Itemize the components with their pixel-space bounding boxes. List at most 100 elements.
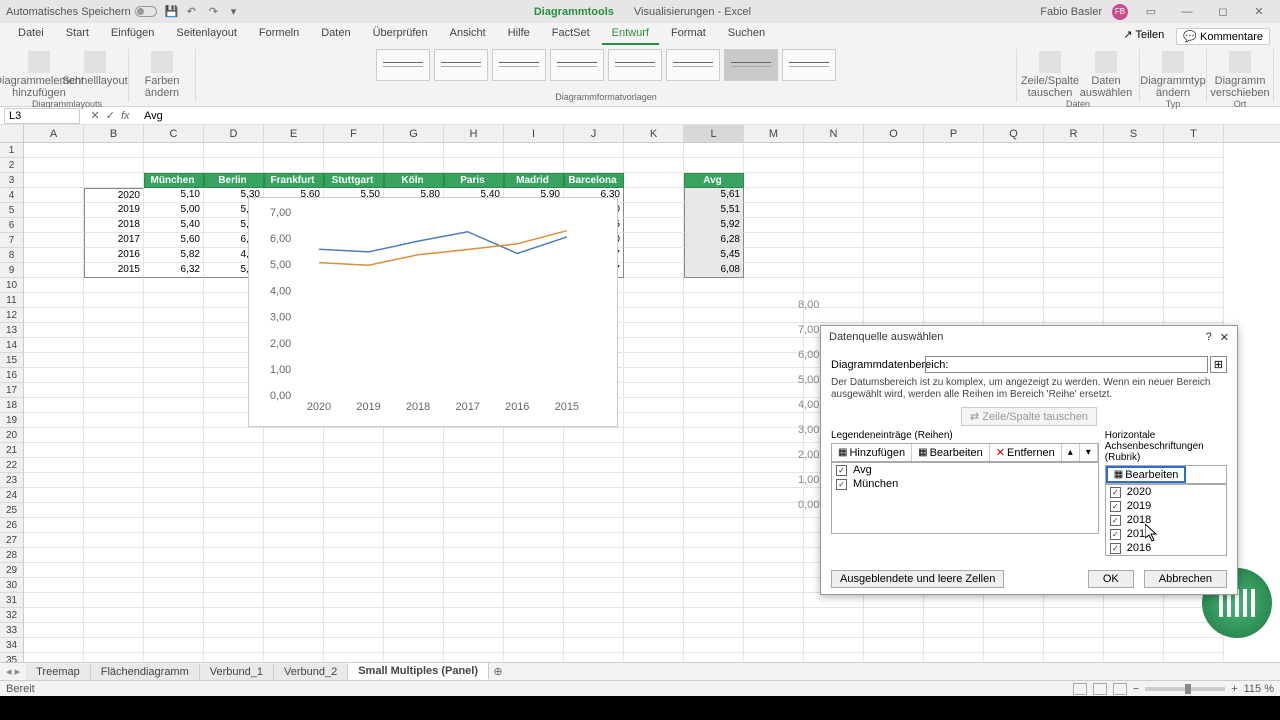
remove-series-button[interactable]: ✕Entfernen xyxy=(990,444,1062,461)
cell[interactable] xyxy=(864,623,924,638)
cell[interactable] xyxy=(324,653,384,662)
cell[interactable]: 2015 xyxy=(84,263,144,278)
cell[interactable] xyxy=(804,188,864,203)
col-header[interactable]: I xyxy=(504,125,564,142)
change-chart-type-button[interactable]: Diagrammtyp ändern xyxy=(1146,49,1200,99)
page-break-view-button[interactable] xyxy=(1113,683,1127,695)
cell[interactable] xyxy=(564,473,624,488)
row-header[interactable]: 16 xyxy=(0,368,24,383)
select-all-corner[interactable] xyxy=(0,125,24,142)
cell[interactable] xyxy=(684,278,744,293)
cell[interactable] xyxy=(624,398,684,413)
cell[interactable] xyxy=(144,608,204,623)
cell[interactable] xyxy=(24,383,84,398)
cell[interactable] xyxy=(84,383,144,398)
cell[interactable] xyxy=(84,623,144,638)
cell[interactable] xyxy=(1044,188,1104,203)
cell[interactable] xyxy=(384,593,444,608)
cell[interactable] xyxy=(684,518,744,533)
cell[interactable] xyxy=(624,503,684,518)
cell[interactable] xyxy=(24,143,84,158)
cell[interactable] xyxy=(684,443,744,458)
cell[interactable] xyxy=(1104,638,1164,653)
cell[interactable] xyxy=(744,443,804,458)
cell[interactable] xyxy=(24,488,84,503)
cell[interactable] xyxy=(864,293,924,308)
cell[interactable] xyxy=(804,203,864,218)
cell[interactable] xyxy=(264,158,324,173)
cell[interactable] xyxy=(744,233,804,248)
cell[interactable] xyxy=(1044,293,1104,308)
cell[interactable] xyxy=(624,248,684,263)
cell[interactable] xyxy=(624,593,684,608)
cell[interactable]: 5,45 xyxy=(684,248,744,263)
cell[interactable] xyxy=(744,308,804,323)
cell[interactable] xyxy=(864,158,924,173)
cell[interactable] xyxy=(384,623,444,638)
cell[interactable] xyxy=(324,473,384,488)
cell[interactable] xyxy=(804,158,864,173)
row-header[interactable]: 32 xyxy=(0,608,24,623)
zoom-in-button[interactable]: + xyxy=(1231,683,1237,695)
cell[interactable] xyxy=(324,563,384,578)
cell[interactable] xyxy=(624,218,684,233)
cell[interactable] xyxy=(264,428,324,443)
autosave-toggle[interactable]: Automatisches Speichern xyxy=(6,6,157,18)
cell[interactable] xyxy=(384,443,444,458)
cell[interactable] xyxy=(864,653,924,662)
cell[interactable] xyxy=(144,338,204,353)
chart-style-5[interactable] xyxy=(608,49,662,81)
cell[interactable] xyxy=(444,608,504,623)
cell[interactable] xyxy=(264,653,324,662)
cell[interactable] xyxy=(924,173,984,188)
row-header[interactable]: 5 xyxy=(0,203,24,218)
add-sheet-button[interactable]: ⊕ xyxy=(489,665,507,678)
cell[interactable] xyxy=(1164,158,1224,173)
cell[interactable] xyxy=(204,518,264,533)
cell[interactable] xyxy=(204,563,264,578)
cell[interactable] xyxy=(1044,278,1104,293)
cell[interactable] xyxy=(444,578,504,593)
cell[interactable] xyxy=(24,353,84,368)
cell[interactable]: Barcelona xyxy=(564,173,624,188)
cell[interactable] xyxy=(684,368,744,383)
col-header[interactable]: N xyxy=(804,125,864,142)
row-header[interactable]: 14 xyxy=(0,338,24,353)
cell[interactable] xyxy=(624,413,684,428)
cell[interactable]: 5,51 xyxy=(684,203,744,218)
cell[interactable] xyxy=(1044,233,1104,248)
cell[interactable] xyxy=(1104,278,1164,293)
cancel-button[interactable]: Abbrechen xyxy=(1144,570,1227,588)
cell[interactable] xyxy=(444,428,504,443)
cell[interactable] xyxy=(864,143,924,158)
tab-daten[interactable]: Daten xyxy=(311,23,360,45)
cell[interactable] xyxy=(684,488,744,503)
cell[interactable] xyxy=(144,293,204,308)
cell[interactable] xyxy=(1044,203,1104,218)
cell[interactable] xyxy=(624,518,684,533)
cell[interactable] xyxy=(84,308,144,323)
col-header[interactable]: T xyxy=(1164,125,1224,142)
cell[interactable] xyxy=(84,488,144,503)
cell[interactable] xyxy=(804,263,864,278)
cell[interactable] xyxy=(624,188,684,203)
cell[interactable]: 5,82 xyxy=(144,248,204,263)
cell[interactable] xyxy=(984,218,1044,233)
cell[interactable] xyxy=(684,323,744,338)
tab-entwurf[interactable]: Entwurf xyxy=(602,23,659,45)
cell[interactable] xyxy=(1164,233,1224,248)
row-header[interactable]: 17 xyxy=(0,383,24,398)
tab-format[interactable]: Format xyxy=(661,23,716,45)
cell[interactable] xyxy=(744,278,804,293)
cell[interactable]: Berlin xyxy=(204,173,264,188)
row-header[interactable]: 9 xyxy=(0,263,24,278)
row-header[interactable]: 20 xyxy=(0,428,24,443)
cell[interactable] xyxy=(1164,638,1224,653)
cell[interactable] xyxy=(144,593,204,608)
cell[interactable] xyxy=(1104,308,1164,323)
cell[interactable] xyxy=(744,488,804,503)
cell[interactable] xyxy=(84,578,144,593)
save-icon[interactable]: 💾 xyxy=(165,5,179,19)
embedded-chart[interactable]: 0,001,002,003,004,005,006,007,00 2020201… xyxy=(248,197,618,427)
cell[interactable] xyxy=(804,638,864,653)
